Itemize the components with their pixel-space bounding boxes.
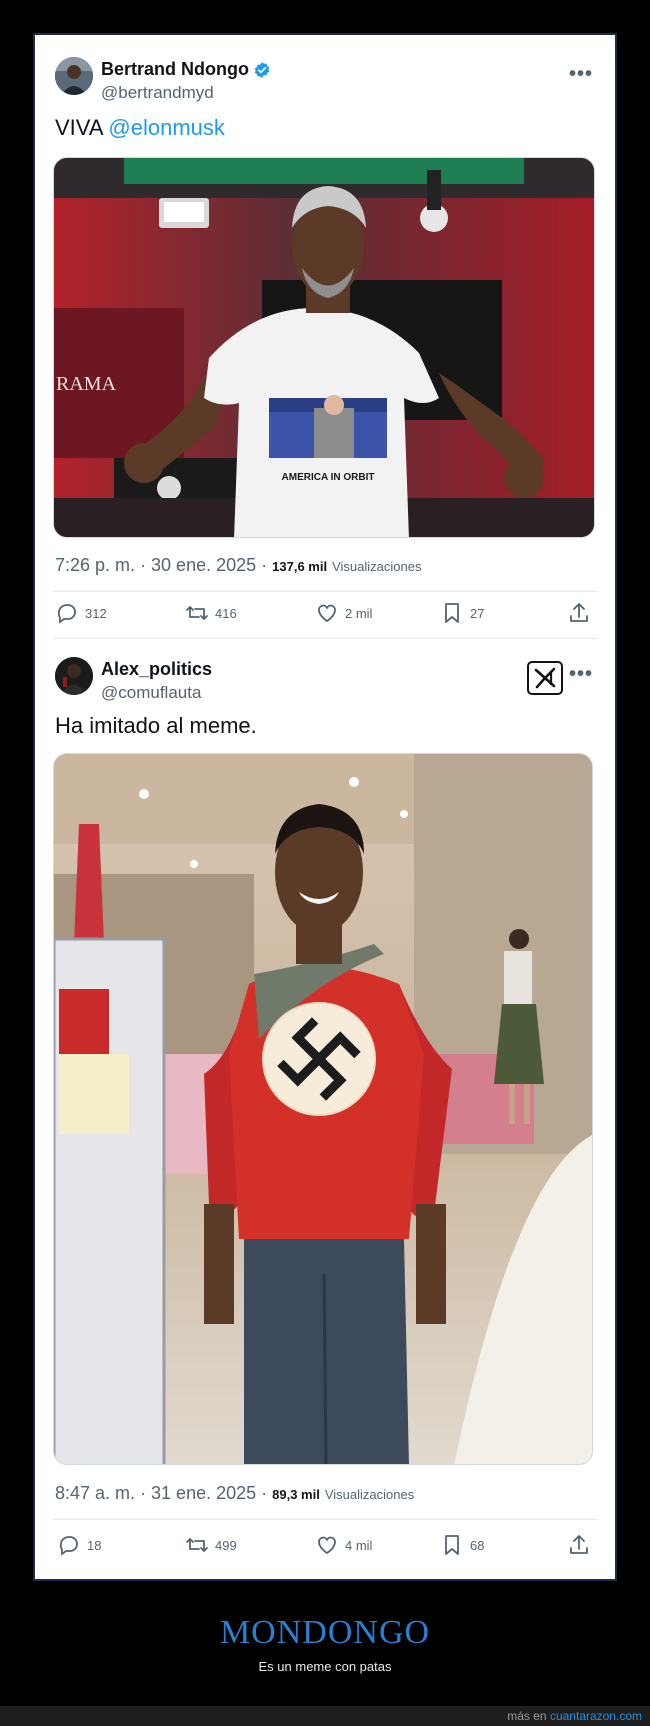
- like-count: 4 mil: [345, 1537, 373, 1553]
- tweet-image[interactable]: RAMA AMERICA IN ORBIT: [53, 157, 595, 538]
- retweet-button[interactable]: 416: [185, 601, 237, 625]
- views-count: 137,6 mil: [272, 559, 328, 574]
- meta-separator: ·: [256, 555, 273, 575]
- share-icon: [570, 603, 588, 622]
- grok-icon[interactable]: [527, 661, 563, 695]
- heart-icon: [318, 1536, 336, 1554]
- reply-count: 312: [85, 605, 107, 621]
- display-name[interactable]: Bertrand Ndongo: [101, 59, 249, 80]
- avatar[interactable]: [55, 57, 93, 95]
- tweet-text: Ha imitado al meme.: [55, 713, 257, 738]
- meme-title: MONDONGO: [219, 1614, 431, 1651]
- more-icon[interactable]: •••: [569, 63, 593, 86]
- avatar[interactable]: [55, 657, 93, 695]
- retweet-button[interactable]: 499: [185, 1533, 237, 1557]
- avatar-image: [55, 657, 93, 695]
- mention-link[interactable]: @elonmusk: [108, 115, 225, 140]
- like-count: 2 mil: [345, 605, 373, 621]
- divider: [53, 1519, 597, 1520]
- tweet-timestamp[interactable]: 7:26 p. m. · 30 ene. 2025 · 137,6 mil Vi…: [55, 555, 421, 576]
- bookmark-button[interactable]: 27: [440, 601, 484, 625]
- tweet-timestamp[interactable]: 8:47 a. m. · 31 ene. 2025 · 89,3 mil Vis…: [55, 1483, 414, 1504]
- share-icon: [570, 1535, 588, 1554]
- tweet-text-prefix: VIVA: [55, 115, 109, 140]
- retweet-count: 416: [215, 605, 237, 621]
- source-link[interactable]: cuantarazon.com: [550, 1709, 642, 1723]
- heart-icon: [318, 604, 336, 622]
- share-button[interactable]: [567, 601, 591, 625]
- shirt-text: AMERICA IN ORBIT: [282, 472, 375, 483]
- meme-subtitle: Es un meme con patas: [258, 1659, 392, 1674]
- timestamp-text[interactable]: 8:47 a. m. · 31 ene. 2025: [55, 1483, 256, 1503]
- share-button[interactable]: [567, 1533, 591, 1557]
- tweet-text: VIVA @elonmusk: [55, 115, 225, 141]
- retweet-icon: [186, 1538, 208, 1552]
- divider: [53, 591, 597, 592]
- meta-separator: ·: [256, 1483, 273, 1503]
- banner-text: RAMA: [56, 373, 117, 395]
- store-photo: [54, 754, 592, 1464]
- reply-icon: [57, 604, 76, 624]
- tv-studio-photo: RAMA AMERICA IN ORBIT: [54, 158, 594, 537]
- grok-glyph: [534, 667, 556, 689]
- screenshot-panel: Bertrand Ndongo @bertrandmyd ••• VIVA @e…: [33, 33, 617, 1581]
- verified-badge-icon: [254, 61, 270, 78]
- source-bar: más en cuantarazon.com: [0, 1706, 650, 1726]
- reply-icon: [59, 1536, 78, 1556]
- like-button[interactable]: 2 mil: [315, 601, 372, 625]
- tweet-1[interactable]: Bertrand Ndongo @bertrandmyd ••• VIVA @e…: [35, 35, 615, 639]
- retweet-count: 499: [215, 1537, 237, 1553]
- timestamp-text[interactable]: 7:26 p. m. · 30 ene. 2025: [55, 555, 256, 575]
- views-label: Visualizaciones: [324, 1487, 415, 1502]
- tweet-image[interactable]: [53, 753, 593, 1465]
- source-prefix: más en: [507, 1709, 550, 1723]
- more-icon[interactable]: •••: [569, 663, 593, 686]
- like-button[interactable]: 4 mil: [315, 1533, 372, 1557]
- tweet-2[interactable]: Alex_politics @comuflauta ••• Ha imitado…: [35, 635, 615, 1581]
- avatar-image: [55, 57, 93, 95]
- bookmark-button[interactable]: 68: [440, 1533, 484, 1557]
- user-handle[interactable]: @comuflauta: [101, 683, 201, 703]
- action-bar: 312 416 2 mil 27: [35, 601, 615, 631]
- reply-button[interactable]: 312: [55, 601, 107, 625]
- reply-count: 18: [87, 1537, 102, 1553]
- bookmark-icon: [445, 603, 459, 623]
- bookmark-icon: [445, 1535, 459, 1555]
- retweet-icon: [186, 606, 208, 620]
- display-name[interactable]: Alex_politics: [101, 659, 212, 680]
- reply-button[interactable]: 18: [57, 1533, 101, 1557]
- user-handle[interactable]: @bertrandmyd: [101, 83, 214, 103]
- bookmark-count: 27: [470, 605, 485, 621]
- bookmark-count: 68: [470, 1537, 485, 1553]
- views-count: 89,3 mil: [272, 1487, 320, 1502]
- action-bar: 18 499 4 mil 68: [35, 1533, 615, 1563]
- views-label: Visualizaciones: [332, 559, 422, 574]
